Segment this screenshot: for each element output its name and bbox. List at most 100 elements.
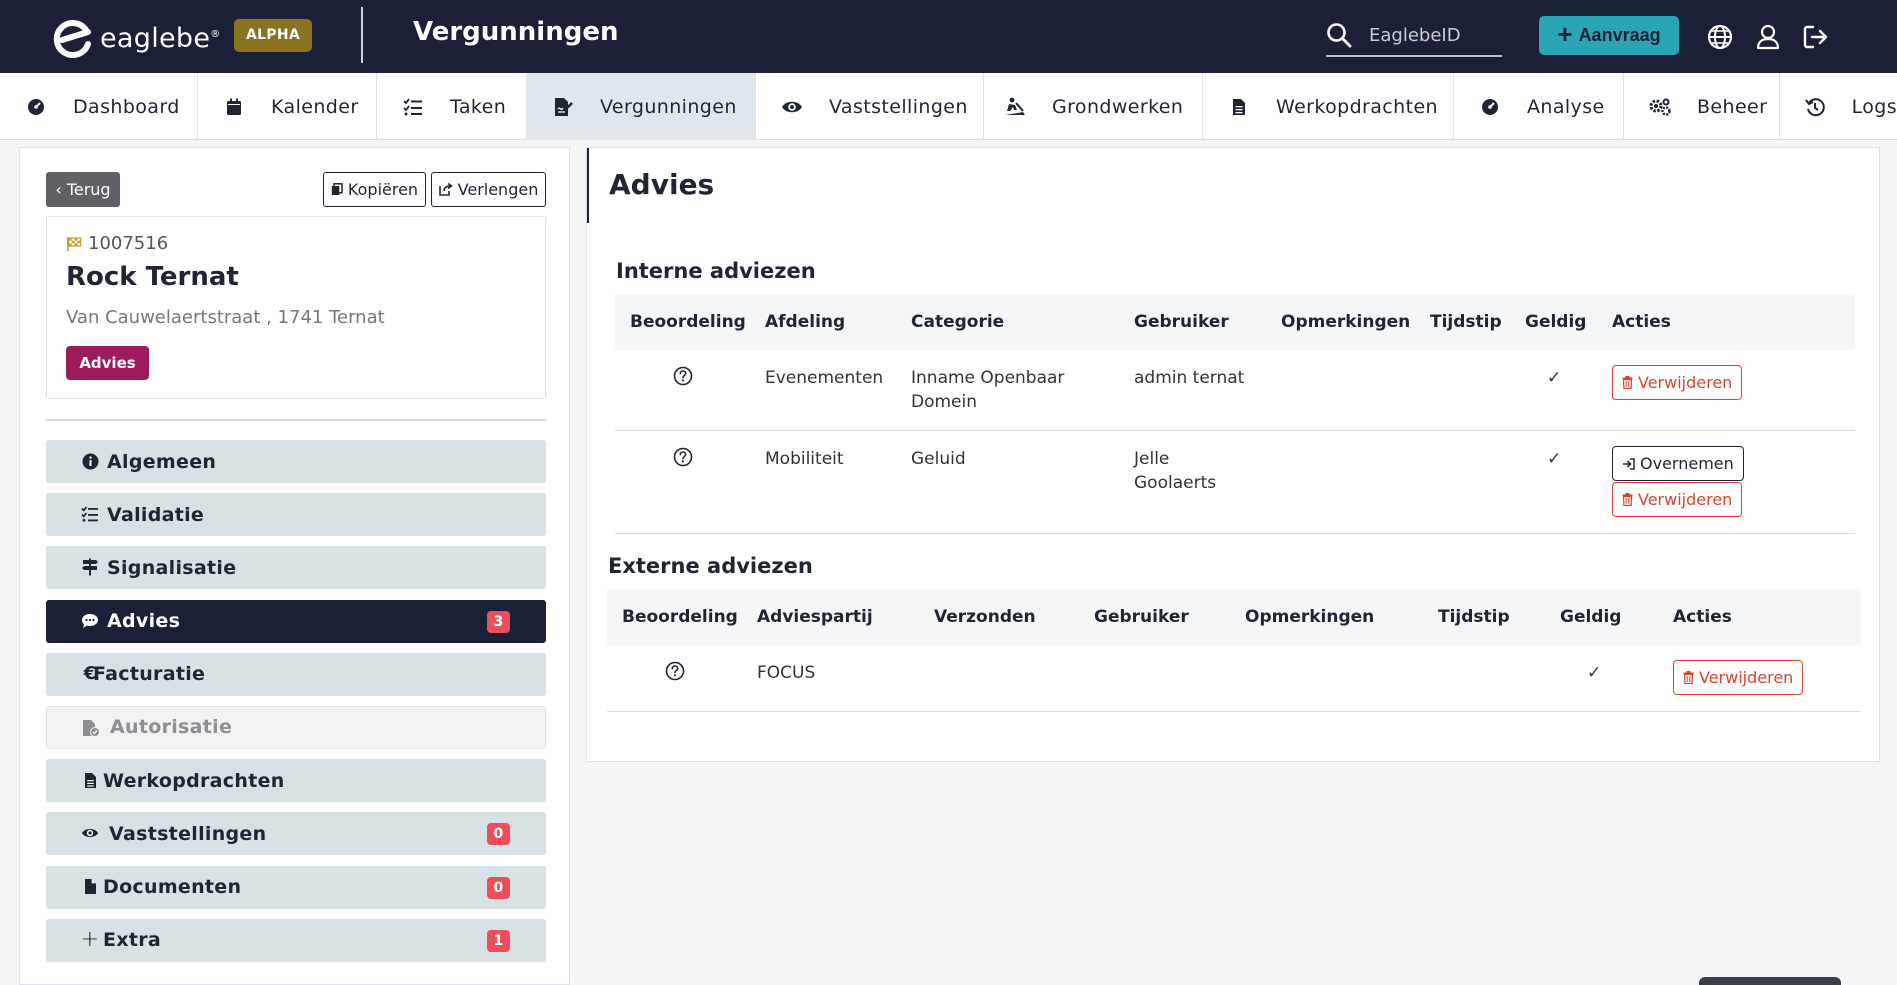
table-row: Evenementen Inname Openbaar Domein admin… <box>615 350 1855 431</box>
main-nav: Dashboard Kalender Taken Vergunningen Va… <box>0 73 1897 140</box>
nav-item-taken[interactable]: Taken <box>377 73 527 140</box>
advies-panel: Advies Interne adviezen Beoordeling Afde… <box>586 147 1880 762</box>
sidebar-item-label: Validatie <box>107 503 205 526</box>
bottom-floating-tab[interactable] <box>1699 977 1841 985</box>
sidebar-item-label: Documenten <box>103 876 242 898</box>
checklist-icon <box>81 505 99 523</box>
sidebar-item-label: Advies <box>107 610 181 633</box>
valid-cell: ✓ <box>1510 430 1597 534</box>
external-advice-title: Externe adviezen <box>608 554 813 578</box>
column-header[interactable]: Acties <box>1658 589 1861 645</box>
chevron-left-icon: ‹ <box>55 180 62 199</box>
sidebar-item-extra[interactable]: + Extra 1 <box>46 918 546 962</box>
nav-item-kalender[interactable]: Kalender <box>198 73 377 140</box>
delete-button[interactable]: Verwijderen <box>1673 660 1804 695</box>
nav-item-logs[interactable]: Logs <box>1780 73 1897 140</box>
rating-cell <box>615 350 750 431</box>
file-icon <box>1228 96 1250 118</box>
logo[interactable]: eaglebe® <box>52 18 221 58</box>
comment-icon <box>81 612 99 630</box>
signpost-icon <box>81 558 99 576</box>
search-input[interactable] <box>1369 22 1499 48</box>
search-icon[interactable] <box>1326 22 1352 48</box>
column-header[interactable]: Beoordeling <box>607 589 742 645</box>
new-request-label: Aanvraag <box>1578 25 1661 45</box>
nav-item-vaststellingen[interactable]: Vaststellingen <box>756 73 984 140</box>
check-icon: ✓ <box>1587 663 1602 683</box>
back-button[interactable]: ‹ Terug <box>46 172 120 207</box>
panel-accent-bar <box>587 148 589 223</box>
column-header[interactable]: Categorie <box>896 294 1119 350</box>
column-header[interactable]: Afdeling <box>750 294 896 350</box>
sidebar-item-advies[interactable]: Advies 3 <box>46 599 546 643</box>
nav-item-beheer[interactable]: Beheer <box>1624 73 1780 140</box>
alpha-badge: ALPHA <box>234 19 312 52</box>
sidebar-item-validatie[interactable]: Validatie <box>46 493 546 537</box>
column-header[interactable]: Tijdstip <box>1415 294 1510 350</box>
delete-label: Verwijderen <box>1699 667 1794 687</box>
table-row: Mobiliteit Geluid Jelle Goolaerts ✓ Over… <box>615 430 1855 534</box>
internal-advice-title: Interne adviezen <box>616 259 816 283</box>
status-badge: Advies <box>66 346 149 380</box>
sidebar-item-algemeen[interactable]: Algemeen <box>46 440 546 483</box>
eye-icon <box>781 96 803 118</box>
user-cell: admin ternat <box>1119 350 1266 431</box>
globe-icon[interactable] <box>1705 22 1735 52</box>
sidebar-item-signalisatie[interactable]: Signalisatie <box>46 546 546 590</box>
cogs-icon <box>1649 96 1671 118</box>
user-cell <box>1079 645 1230 712</box>
nav-label: Dashboard <box>73 95 180 118</box>
delete-button[interactable]: Verwijderen <box>1612 482 1743 517</box>
count-badge: 0 <box>487 876 510 899</box>
internal-advice-table: Beoordeling Afdeling Categorie Gebruiker… <box>615 294 1855 534</box>
logout-icon[interactable] <box>1801 22 1831 52</box>
dashboard-icon <box>25 96 47 118</box>
document-icon <box>81 878 99 896</box>
sent-cell <box>919 645 1079 712</box>
sidebar-item-facturatie[interactable]: € Facturatie <box>46 652 546 696</box>
nav-label: Taken <box>450 95 507 118</box>
delete-button[interactable]: Verwijderen <box>1612 365 1743 400</box>
column-header[interactable]: Tijdstip <box>1423 589 1545 645</box>
column-header[interactable]: Adviespartij <box>742 589 919 645</box>
share-icon <box>438 183 453 196</box>
sidebar-item-vaststellingen[interactable]: Vaststellingen 0 <box>46 812 546 856</box>
sidebar-item-label: Facturatie <box>93 663 206 686</box>
table-row: FOCUS ✓ Verwijderen <box>607 645 1861 712</box>
copy-button[interactable]: Kopiëren <box>323 172 426 207</box>
nav-label: Beheer <box>1697 95 1768 118</box>
nav-item-vergunningen[interactable]: Vergunningen <box>527 73 756 140</box>
sidebar-item-werkopdrachten[interactable]: Werkopdrachten <box>46 759 546 803</box>
column-header[interactable]: Opmerkingen <box>1266 294 1415 350</box>
info-icon <box>81 452 99 470</box>
nav-label: Vaststellingen <box>829 95 968 118</box>
nav-item-grondwerken[interactable]: Grondwerken <box>984 73 1203 140</box>
user-icon[interactable] <box>1753 22 1783 52</box>
column-header[interactable]: Geldig <box>1545 589 1658 645</box>
nav-item-dashboard[interactable]: Dashboard <box>0 73 198 140</box>
question-circle-icon <box>673 447 692 467</box>
column-header[interactable]: Opmerkingen <box>1230 589 1423 645</box>
column-header[interactable]: Acties <box>1597 294 1855 350</box>
nav-item-analyse[interactable]: Analyse <box>1454 73 1624 140</box>
nav-item-werkopdrachten[interactable]: Werkopdrachten <box>1203 73 1454 140</box>
section-menu: Algemeen Validatie Signalisatie Advies 3… <box>46 440 546 972</box>
take-over-button[interactable]: Overnemen <box>1612 446 1744 481</box>
tasks-icon <box>402 96 424 118</box>
column-header[interactable]: Geldig <box>1510 294 1597 350</box>
digging-icon <box>1004 96 1026 118</box>
column-header[interactable]: Gebruiker <box>1119 294 1266 350</box>
sidebar-item-documenten[interactable]: Documenten 0 <box>46 865 546 909</box>
extend-button[interactable]: Verlengen <box>431 172 546 207</box>
page-title: Advies <box>609 168 715 201</box>
permit-number-value: 1007516 <box>88 233 169 254</box>
check-icon: ✓ <box>1547 368 1562 388</box>
new-request-button[interactable]: + Aanvraag <box>1539 16 1679 55</box>
trash-icon <box>1683 671 1694 684</box>
column-header[interactable]: Verzonden <box>919 589 1079 645</box>
column-header[interactable]: Gebruiker <box>1079 589 1230 645</box>
column-header[interactable]: Beoordeling <box>615 294 750 350</box>
advisor-cell: FOCUS <box>742 645 919 712</box>
count-badge: 3 <box>487 610 510 633</box>
timestamp-cell <box>1415 350 1510 431</box>
